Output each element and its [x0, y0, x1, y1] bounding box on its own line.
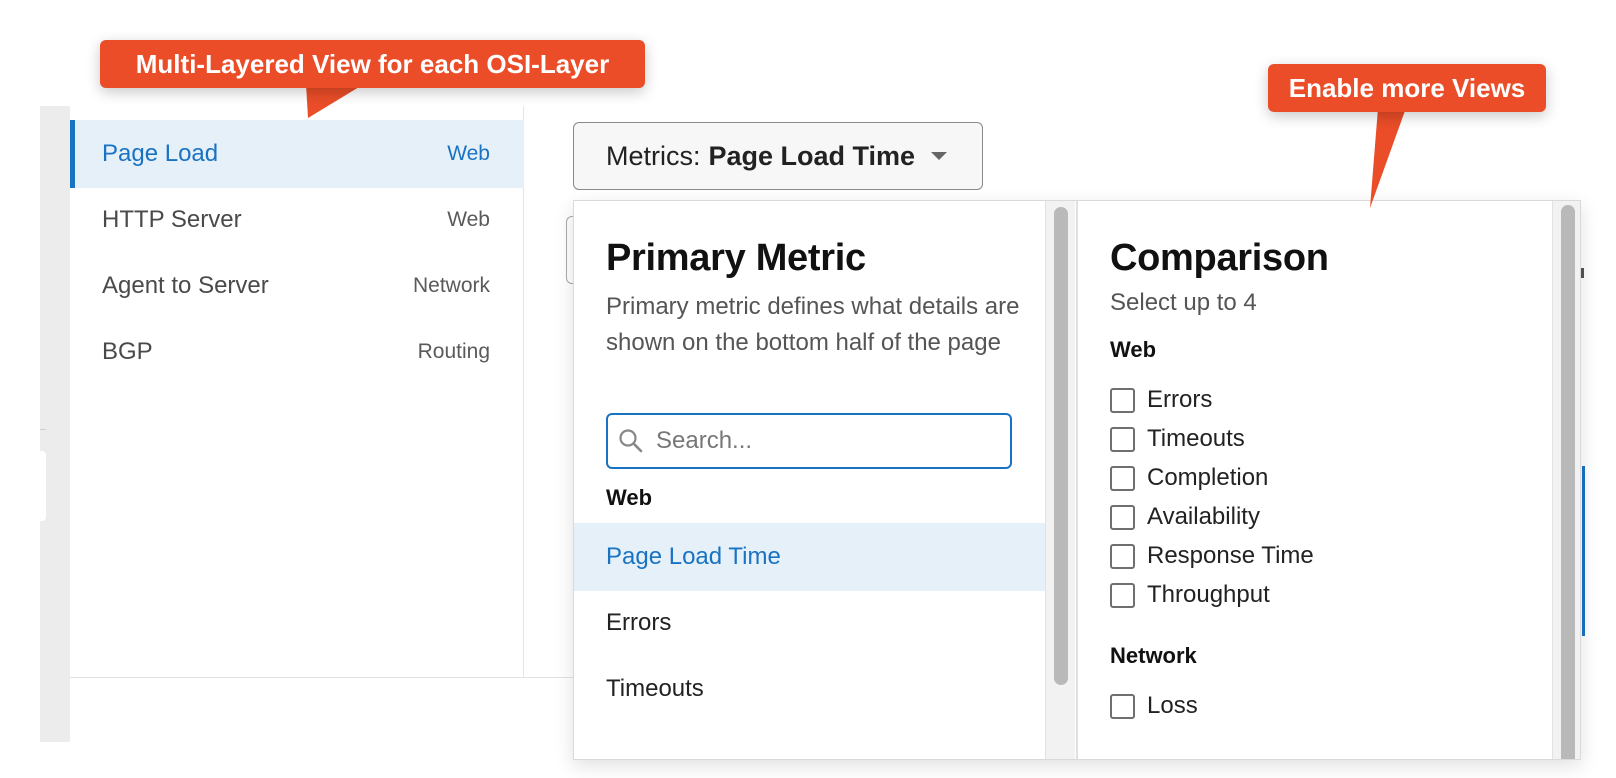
comparison-section-web: Web: [1110, 337, 1157, 362]
search-icon: [619, 429, 643, 453]
layer-item-agent-to-server[interactable]: Agent to Server Network: [70, 252, 524, 320]
checkbox[interactable]: [1110, 387, 1135, 413]
layer-list: Page Load Web HTTP Server Web Agent to S…: [70, 106, 524, 678]
checkbox-label: Loss: [1147, 692, 1198, 719]
primary-metric-column: Primary Metric Primary metric defines wh…: [574, 201, 1045, 759]
checkbox-errors[interactable]: Errors: [1110, 383, 1212, 417]
comparison-scrollbar[interactable]: [1552, 201, 1580, 759]
background-accent-bar: [1582, 466, 1585, 636]
checkbox-label: Throughput: [1147, 581, 1270, 608]
checkbox[interactable]: [1110, 465, 1135, 491]
checkbox[interactable]: [1110, 543, 1135, 569]
callout-osi-layers: Multi-Layered View for each OSI-Layer: [100, 40, 645, 88]
callout-pointer: [306, 84, 364, 118]
metrics-value: Page Load Time: [708, 140, 916, 171]
comparison-scroll-thumb[interactable]: [1561, 205, 1575, 759]
metric-item-page-load-time[interactable]: Page Load Time: [574, 523, 1045, 591]
layer-item-http-server[interactable]: HTTP Server Web: [70, 186, 524, 254]
left-strip: [40, 106, 70, 742]
layer-label: Agent to Server: [102, 272, 269, 299]
comparison-subtitle: Select up to 4: [1110, 289, 1257, 316]
checkbox-timeouts[interactable]: Timeouts: [1110, 422, 1245, 456]
metric-item-errors[interactable]: Errors: [574, 589, 1045, 657]
callout-pointer: [1370, 108, 1406, 208]
search-field[interactable]: [606, 413, 1012, 469]
checkbox[interactable]: [1110, 504, 1135, 530]
comparison-title: Comparison: [1110, 237, 1329, 279]
strip-divider: [40, 429, 46, 430]
layer-category: Network: [412, 274, 490, 297]
callout-text: Multi-Layered View for each OSI-Layer: [135, 48, 610, 79]
checkbox-label: Response Time: [1147, 542, 1314, 569]
checkbox-completion[interactable]: Completion: [1110, 461, 1268, 495]
metric-item-timeouts[interactable]: Timeouts: [574, 655, 1045, 723]
checkbox-response-time[interactable]: Response Time: [1110, 539, 1314, 573]
primary-scroll-thumb[interactable]: [1054, 207, 1068, 685]
layer-category: Web: [447, 142, 490, 165]
checkbox-label: Errors: [1147, 386, 1213, 413]
metric-label: Errors: [606, 609, 672, 636]
comparison-section-network: Network: [1110, 643, 1197, 668]
comparison-column: Comparison Select up to 4 Web Errors Tim…: [1078, 201, 1580, 759]
checkbox[interactable]: [1110, 582, 1135, 608]
checkbox[interactable]: [1110, 693, 1135, 719]
primary-metric-description: Primary metric defines what details are …: [606, 293, 1020, 356]
strip-tab[interactable]: [40, 451, 46, 521]
metrics-prefix: Metrics:: [606, 140, 701, 171]
metrics-dropdown-button[interactable]: Metrics: Page Load Time: [573, 122, 983, 190]
search-input[interactable]: [656, 427, 996, 455]
metric-label: Timeouts: [606, 675, 704, 702]
layer-category: Routing: [417, 340, 490, 363]
primary-metric-title: Primary Metric: [606, 237, 866, 279]
layer-label: HTTP Server: [102, 206, 242, 233]
caret-down-icon: [931, 152, 948, 160]
primary-scrollbar[interactable]: [1045, 201, 1075, 759]
checkbox-throughput[interactable]: Throughput: [1110, 578, 1270, 612]
layer-label: Page Load: [102, 140, 219, 167]
checkbox-label: Availability: [1147, 503, 1260, 530]
primary-section-web: Web: [606, 485, 653, 510]
layer-item-bgp[interactable]: BGP Routing: [70, 318, 524, 386]
checkbox-availability[interactable]: Availability: [1110, 500, 1260, 534]
callout-enable-views: Enable more Views: [1268, 64, 1546, 112]
metrics-dropdown-panel: Primary Metric Primary metric defines wh…: [573, 200, 1581, 760]
layer-label: BGP: [102, 338, 153, 365]
checkbox-label: Timeouts: [1147, 425, 1245, 452]
layer-category: Web: [447, 208, 490, 231]
checkbox-label: Completion: [1147, 464, 1269, 491]
checkbox-loss[interactable]: Loss: [1110, 689, 1198, 723]
callout-text: Enable more Views: [1288, 72, 1526, 103]
metric-label: Page Load Time: [606, 543, 781, 570]
checkbox[interactable]: [1110, 426, 1135, 452]
layer-item-page-load[interactable]: Page Load Web: [70, 120, 524, 188]
